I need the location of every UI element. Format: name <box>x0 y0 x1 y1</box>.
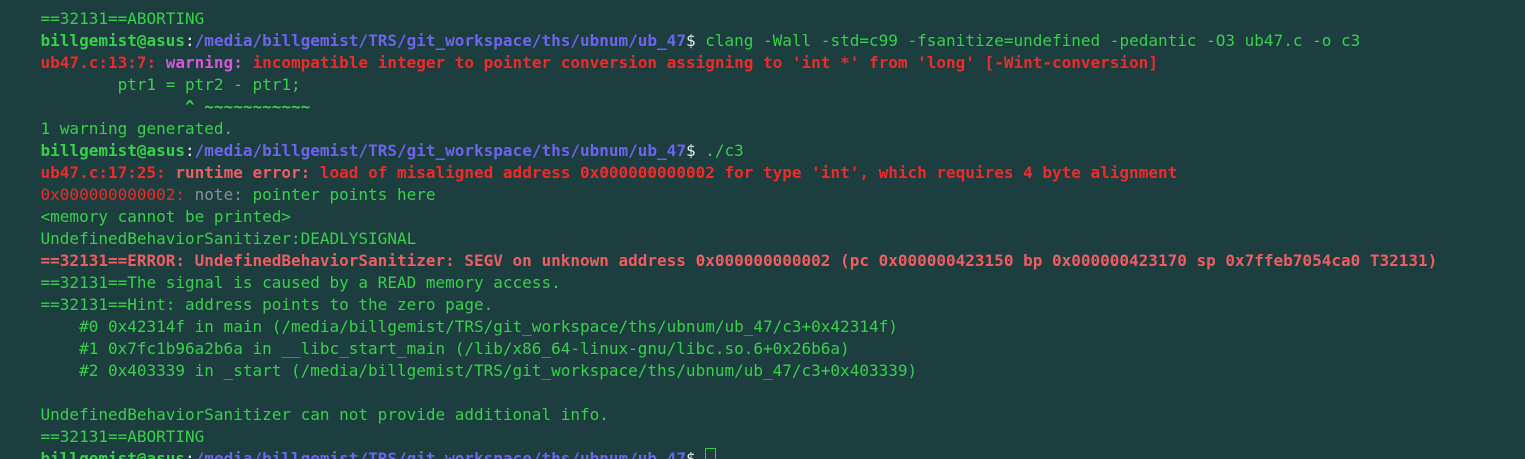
terminal-line-prompt-2: billgemist@asus:/media/billgemist/TRS/gi… <box>40 141 744 160</box>
prompt-symbol: $ <box>685 449 696 459</box>
terminal-line-deadlysignal: UndefinedBehaviorSanitizer:DEADLYSIGNAL <box>2 206 417 248</box>
prompt-user: billgemist@asus <box>40 449 186 459</box>
terminal-line-runtime-error: ub47.c:17:25: runtime error: load of mis… <box>2 140 1178 182</box>
terminal-line-warning-count: 1 warning generated. <box>2 96 234 138</box>
terminal-line-no-info: UndefinedBehaviorSanitizer can not provi… <box>2 382 609 424</box>
terminal-line-signal: ==32131==The signal is caused by a READ … <box>2 250 561 292</box>
terminal-line-aborting-prev: ==32131==ABORTING <box>2 0 205 28</box>
terminal-line-aborting: ==32131==ABORTING <box>2 404 205 446</box>
terminal-line-prompt-3[interactable]: billgemist@asus:/media/billgemist/TRS/gi… <box>2 426 717 459</box>
terminal-line-caret: ^ ~~~~~~~~~~~ <box>2 74 310 116</box>
terminal-line-code: ptr1 = ptr2 - ptr1; <box>2 52 301 94</box>
prompt-path: /media/billgemist/TRS/git_workspace/ths/… <box>194 449 686 459</box>
terminal-line-sanitizer-error: ==32131==ERROR: UndefinedBehaviorSanitiz… <box>2 228 1438 270</box>
terminal-line-frame-0: #0 0x42314f in main (/media/billgemist/T… <box>2 294 898 336</box>
terminal-line-frame-1: #1 0x7fc1b96a2b6a in __libc_start_main (… <box>2 316 850 358</box>
text-cursor[interactable] <box>705 448 717 459</box>
terminal-line-frame-2: #2 0x403339 in _start (/media/billgemist… <box>2 338 917 380</box>
terminal-line-hint: ==32131==Hint: address points to the zer… <box>2 272 494 314</box>
stack-frame: #2 0x403339 in _start (/media/billgemist… <box>40 361 918 380</box>
terminal-line-prompt-1: billgemist@asus:/media/billgemist/TRS/gi… <box>40 31 1361 50</box>
terminal-line-warning: ub47.c:13:7: warning: incompatible integ… <box>2 30 1158 72</box>
warning-message: incompatible integer to pointer conversi… <box>242 53 1158 72</box>
terminal-line-memory: <memory cannot be printed> <box>2 184 291 226</box>
runtime-error-message: load of misaligned address 0x00000000000… <box>310 163 1178 182</box>
terminal-line-note: 0x000000000002: note: pointer points her… <box>2 162 436 204</box>
terminal-window[interactable]: ==32131==ABORTING billgemist@asus:/media… <box>0 0 1525 459</box>
